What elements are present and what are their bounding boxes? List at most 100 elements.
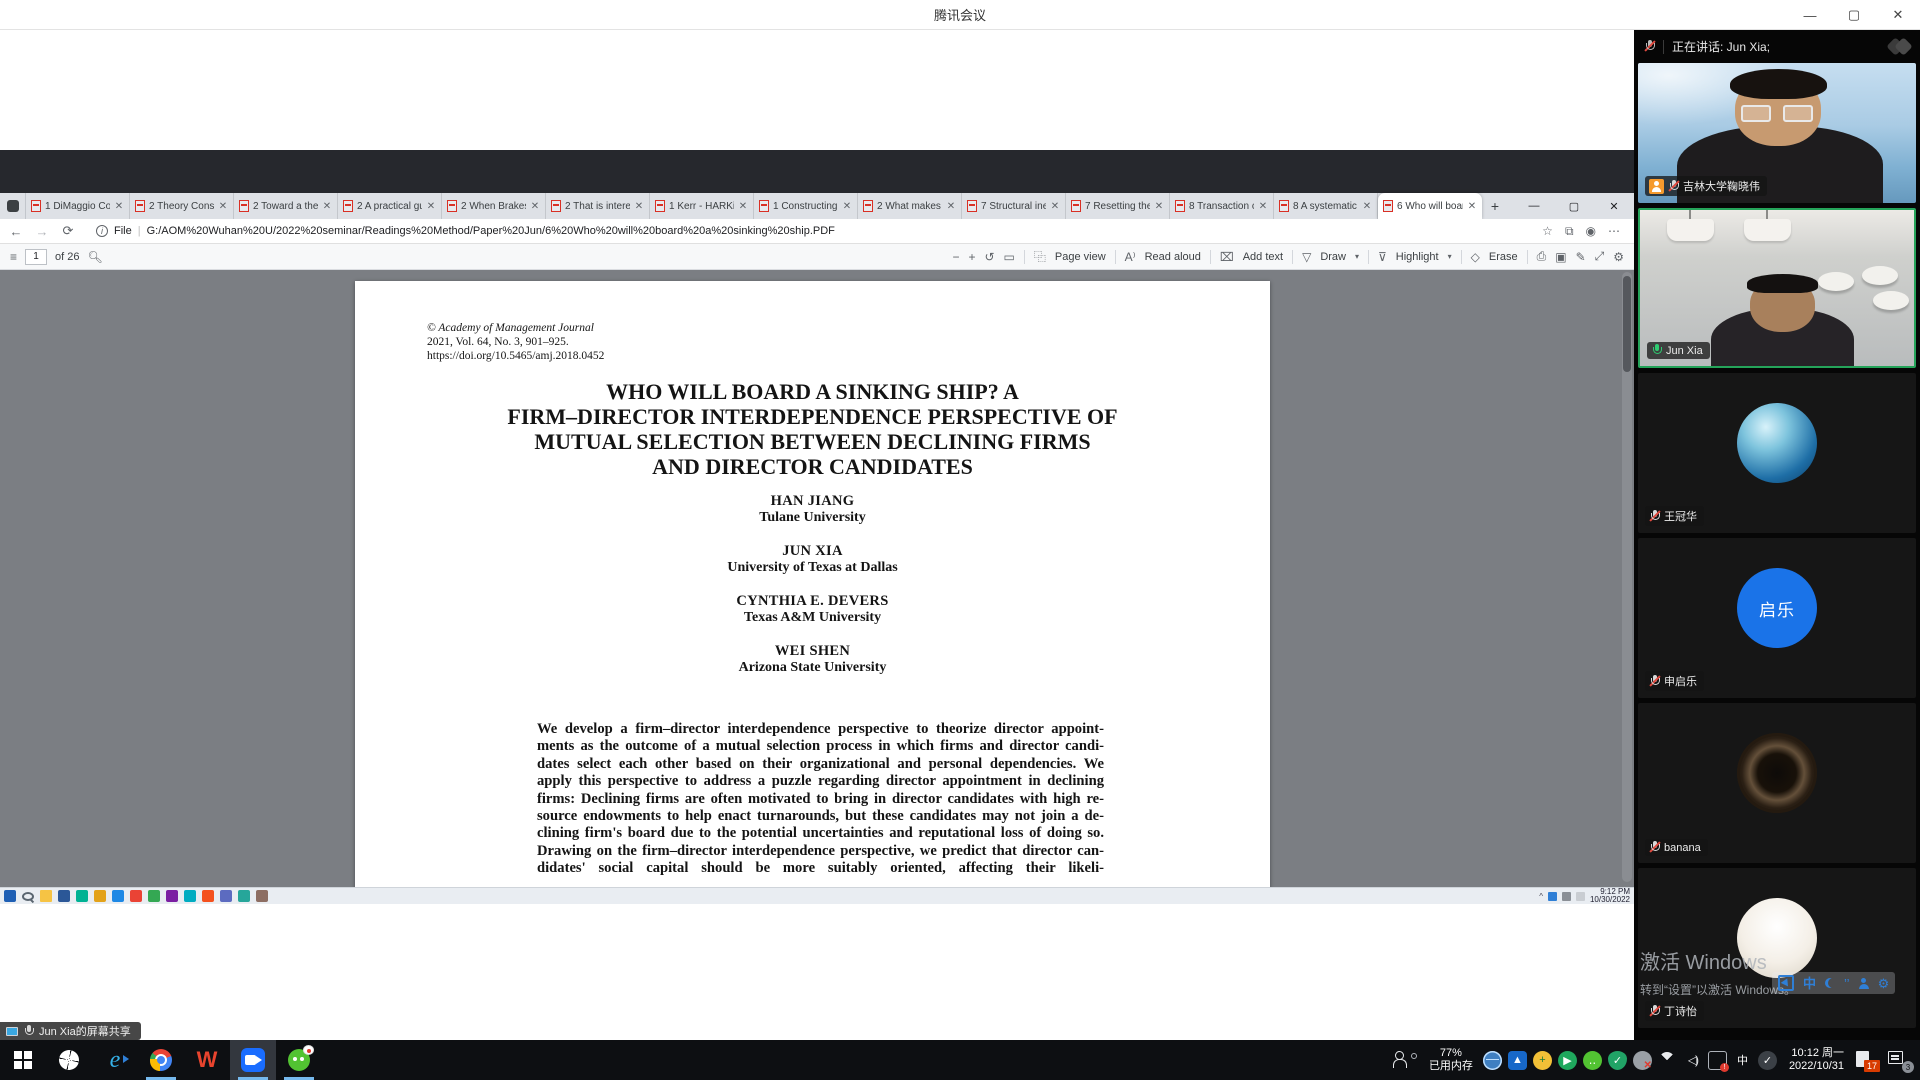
tray-icon[interactable] — [1658, 1051, 1677, 1070]
browser-tab[interactable]: 1 Constructing mystery.pdf ✕ — [754, 193, 858, 219]
wps-office-icon[interactable]: W — [184, 1040, 230, 1080]
start-button[interactable] — [0, 1040, 46, 1080]
tab-close-icon[interactable]: ✕ — [1154, 201, 1164, 212]
fullscreen-icon[interactable]: ⤢ — [1595, 249, 1605, 264]
shared-app-icon[interactable] — [94, 890, 106, 902]
browser-minimize-button[interactable]: — — [1514, 193, 1554, 219]
tray-icon[interactable] — [1633, 1051, 1652, 1070]
ime-settings-icon[interactable]: ⚙ — [1878, 977, 1890, 990]
tray-icon[interactable]: 中 — [1733, 1051, 1752, 1070]
highlight-dropdown-icon[interactable]: ▾ — [1448, 252, 1452, 261]
browser-tab[interactable]: 7 Structural inertia and orga ✕ — [962, 193, 1066, 219]
ime-chinese-icon[interactable]: 中 — [1803, 977, 1816, 990]
tab-close-icon[interactable]: ✕ — [634, 201, 644, 212]
participant-tile[interactable]: 丁诗怡 — [1638, 868, 1916, 1028]
ime-fullwidth-icon[interactable] — [1825, 978, 1835, 988]
save-icon[interactable]: ▣ — [1555, 250, 1566, 264]
tab-close-icon[interactable]: ✕ — [1050, 201, 1060, 212]
tab-close-icon[interactable]: ✕ — [1467, 201, 1477, 212]
favorites-icon[interactable]: ☆ — [1542, 224, 1553, 239]
shared-tray-icon[interactable] — [1548, 892, 1557, 901]
tab-actions-icon[interactable] — [0, 193, 26, 219]
save-as-icon[interactable]: ✎ — [1576, 250, 1586, 264]
browser-tab[interactable]: 1 DiMaggio Comments on 'Wi ✕ — [26, 193, 130, 219]
tray-icon[interactable]: ✓ — [1608, 1051, 1627, 1070]
pdf-scrollbar-thumb[interactable] — [1623, 276, 1631, 372]
tray-icon[interactable]: ‥ — [1583, 1051, 1602, 1070]
new-tab-button[interactable]: + — [1482, 193, 1508, 219]
shared-tray-icon[interactable] — [1562, 892, 1571, 901]
tab-close-icon[interactable]: ✕ — [114, 201, 124, 212]
tencent-meeting-icon[interactable] — [230, 1040, 276, 1080]
notification-center-icon[interactable]: 3 — [1888, 1049, 1912, 1071]
browser-tab[interactable]: 2 What makes management ✕ — [858, 193, 962, 219]
shared-app-icon[interactable] — [130, 890, 142, 902]
browser-tab[interactable]: 8 A systematic assessment of ✕ — [1274, 193, 1378, 219]
browser-tab[interactable]: 2 Theory Construction as Disc ✕ — [130, 193, 234, 219]
shared-app-icon[interactable] — [166, 890, 178, 902]
tray-icon[interactable]: + — [1533, 1051, 1552, 1070]
tab-close-icon[interactable]: ✕ — [426, 201, 436, 212]
shared-app-icon[interactable] — [76, 890, 88, 902]
read-aloud-icon[interactable]: A⁾ — [1125, 250, 1136, 264]
browser-tab[interactable]: 2 When Brakes May Not Wo ✕ — [442, 193, 546, 219]
participant-tile[interactable]: Jun Xia — [1638, 208, 1916, 368]
ime-punctuation-icon[interactable]: ’’ — [1844, 977, 1850, 990]
shared-tray-icon[interactable] — [1576, 892, 1585, 901]
highlight-label[interactable]: Highlight — [1396, 251, 1439, 263]
minimize-button[interactable]: — — [1788, 0, 1832, 30]
browser-maximize-button[interactable]: ▢ — [1554, 193, 1594, 219]
draw-icon[interactable]: ▽ — [1302, 250, 1311, 264]
pinwheel-app-icon[interactable] — [46, 1040, 92, 1080]
forward-icon[interactable]: → — [34, 224, 50, 239]
print-icon[interactable]: ⎙ — [1537, 249, 1547, 264]
tray-icon[interactable] — [1483, 1051, 1502, 1070]
tray-icon[interactable]: ▶ — [1558, 1051, 1577, 1070]
browser-tab[interactable]: 2 Toward a theory of paradox ✕ — [234, 193, 338, 219]
page-info-icon[interactable]: i — [96, 225, 108, 237]
draw-dropdown-icon[interactable]: ▾ — [1355, 252, 1359, 261]
ime-profile-icon[interactable] — [1859, 978, 1869, 988]
browser-close-button[interactable]: ✕ — [1594, 193, 1634, 219]
participant-tile[interactable]: banana — [1638, 703, 1916, 863]
memory-widget[interactable]: 77% 已用内存 — [1429, 1047, 1473, 1073]
pdf-scrollbar[interactable] — [1622, 272, 1632, 882]
internet-explorer-icon[interactable]: e — [92, 1040, 138, 1080]
shared-app-icon[interactable] — [148, 890, 160, 902]
people-icon[interactable] — [1393, 1049, 1419, 1071]
tab-close-icon[interactable]: ✕ — [1258, 201, 1268, 212]
page-view-icon[interactable]: ⿻ — [1034, 248, 1046, 265]
tab-close-icon[interactable]: ✕ — [218, 201, 228, 212]
add-text-label[interactable]: Add text — [1243, 251, 1283, 263]
collections-icon[interactable]: ⧉ — [1565, 224, 1574, 239]
back-icon[interactable]: ← — [8, 224, 24, 239]
browser-tab[interactable]: 2 A practical guide for makin ✕ — [338, 193, 442, 219]
tab-close-icon[interactable]: ✕ — [738, 201, 748, 212]
participant-tile[interactable]: 王冠华 — [1638, 373, 1916, 533]
rotate-icon[interactable]: ↺ — [984, 250, 994, 264]
zoom-in-icon[interactable]: + — [968, 250, 975, 264]
pdf-menu-icon[interactable]: ≡ — [10, 250, 17, 264]
tray-icon[interactable] — [1708, 1051, 1727, 1070]
ime-pointer-icon[interactable] — [1778, 975, 1794, 991]
shared-search-icon[interactable] — [22, 892, 34, 901]
shared-app-icon[interactable] — [184, 890, 196, 902]
maximize-button[interactable]: ▢ — [1832, 0, 1876, 30]
security-flag-icon[interactable]: 17 — [1856, 1049, 1878, 1071]
tray-icon[interactable]: ✓ — [1758, 1051, 1777, 1070]
fit-page-icon[interactable]: ▭ — [1004, 250, 1015, 264]
participant-tile[interactable]: 吉林大学鞠晓伟 — [1638, 63, 1916, 203]
page-number-input[interactable] — [25, 249, 47, 265]
tab-close-icon[interactable]: ✕ — [322, 201, 332, 212]
participant-tile[interactable]: 启乐 申启乐 — [1638, 538, 1916, 698]
pdf-viewport[interactable]: © Academy of Management Journal 2021, Vo… — [0, 270, 1634, 887]
highlight-icon[interactable]: ⊽ — [1378, 250, 1387, 264]
shared-app-icon[interactable] — [112, 890, 124, 902]
page-view-label[interactable]: Page view — [1055, 251, 1106, 263]
tab-close-icon[interactable]: ✕ — [842, 201, 852, 212]
tray-icon[interactable]: ▲ — [1508, 1051, 1527, 1070]
chrome-icon[interactable] — [138, 1040, 184, 1080]
shared-explorer-icon[interactable] — [40, 890, 52, 902]
more-icon[interactable]: ⋯ — [1608, 224, 1620, 239]
erase-icon[interactable]: ◇ — [1471, 250, 1480, 264]
